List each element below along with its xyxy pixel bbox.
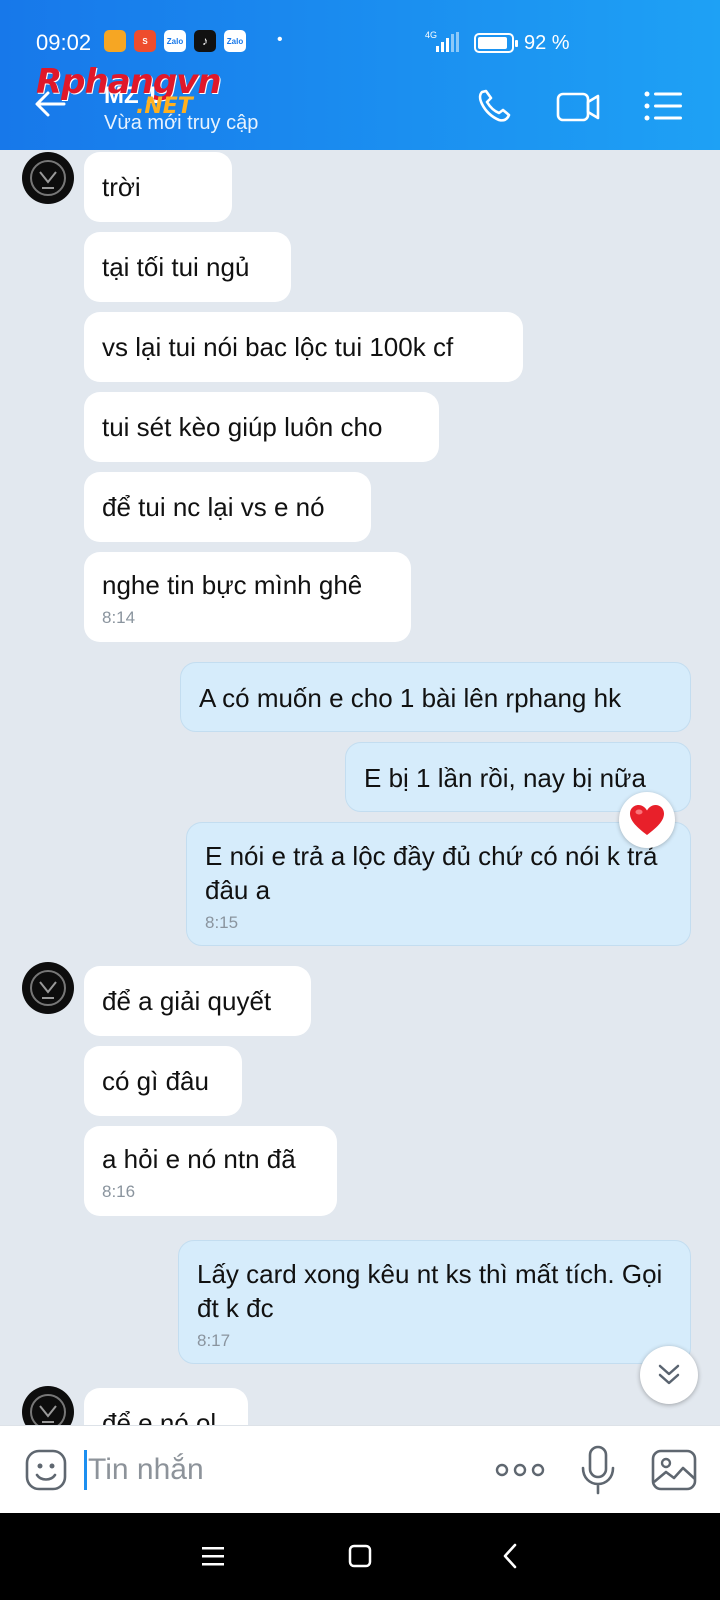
- message-text: có gì đâu: [102, 1066, 209, 1096]
- message-text: để a giải quyết: [102, 986, 272, 1016]
- microphone-icon[interactable]: [578, 1444, 618, 1496]
- avatar-icon: [30, 970, 66, 1006]
- top-bar: 09:02 S Zalo ♪ Zalo • 4G 92 % MZ 1 Vừa m…: [0, 0, 720, 150]
- text-caret: [84, 1450, 87, 1490]
- message-text: trời: [102, 172, 141, 202]
- chat-header: MZ 1 Vừa mới truy cập Rphangvn .NET: [0, 62, 720, 150]
- message-text: E nói e trả a lộc đầy đủ chứ có nói k tr…: [205, 841, 658, 905]
- contact-avatar[interactable]: [22, 962, 74, 1014]
- message-text: để e nó ol: [102, 1408, 217, 1425]
- double-chevron-down-icon: [658, 1364, 680, 1385]
- message-bubble-outgoing[interactable]: Lấy card xong kêu nt ks thì mất tích. Gọ…: [178, 1240, 691, 1364]
- home-icon[interactable]: [343, 1539, 377, 1573]
- system-nav-bar: [0, 1513, 720, 1600]
- heart-icon: [630, 805, 664, 835]
- message-time: 8:16: [102, 1182, 136, 1201]
- watermark-logo: Rphangvn .NET: [36, 62, 222, 119]
- more-options-icon[interactable]: [494, 1456, 546, 1484]
- message-input[interactable]: [88, 1448, 468, 1492]
- recent-apps-icon[interactable]: [196, 1539, 230, 1573]
- phone-icon[interactable]: [472, 84, 516, 128]
- message-bubble[interactable]: trời: [84, 152, 232, 222]
- message-bubble-outgoing[interactable]: E nói e trả a lộc đầy đủ chứ có nói k tr…: [186, 822, 691, 946]
- message-time: 8:14: [102, 608, 136, 627]
- image-gallery-icon[interactable]: [650, 1448, 698, 1492]
- message-bubble[interactable]: để tui nc lại vs e nó: [84, 472, 371, 542]
- message-time: 8:15: [205, 913, 239, 932]
- more-notifications-dot: •: [277, 31, 283, 48]
- message-text: a hỏi e nó ntn đã: [102, 1144, 296, 1174]
- composer-bar: [0, 1425, 720, 1513]
- message-bubble[interactable]: có gì đâu: [84, 1046, 242, 1116]
- signal-icon: [436, 32, 459, 52]
- message-text: để tui nc lại vs e nó: [102, 492, 325, 522]
- message-bubble[interactable]: để e nó ol: [84, 1388, 248, 1425]
- message-bubble[interactable]: để a giải quyết: [84, 966, 311, 1036]
- message-bubble[interactable]: nghe tin bực mình ghê 8:14: [84, 552, 411, 642]
- video-call-icon[interactable]: [556, 84, 600, 128]
- shopee-icon: S: [134, 30, 156, 52]
- message-text: nghe tin bực mình ghê: [102, 570, 363, 600]
- notification-icons: S Zalo ♪ Zalo: [104, 30, 246, 52]
- reaction-heart[interactable]: [619, 792, 675, 848]
- message-text: A có muốn e cho 1 bài lên rphang hk: [199, 683, 622, 713]
- status-bar: 09:02 S Zalo ♪ Zalo • 4G 92 %: [0, 0, 720, 62]
- message-text: E bị 1 lần rồi, nay bị nữa: [364, 763, 646, 793]
- message-bubble[interactable]: a hỏi e nó ntn đã 8:16: [84, 1126, 337, 1216]
- avatar-icon: [30, 1394, 66, 1425]
- message-text: vs lại tui nói bac lộc tui 100k cf: [102, 332, 454, 362]
- tiktok-icon: ♪: [194, 30, 216, 52]
- message-bubble[interactable]: vs lại tui nói bac lộc tui 100k cf: [84, 312, 523, 382]
- zalo-icon: Zalo: [164, 30, 186, 52]
- battery-icon: [474, 33, 518, 53]
- message-text: tui sét kèo giúp luôn cho: [102, 412, 383, 442]
- message-text: Lấy card xong kêu nt ks thì mất tích. Gọ…: [197, 1259, 663, 1323]
- message-text: tại tối tui ngủ: [102, 252, 250, 282]
- message-bubble[interactable]: tại tối tui ngủ: [84, 232, 291, 302]
- back-nav-icon[interactable]: [494, 1539, 528, 1573]
- menu-list-icon[interactable]: [640, 84, 684, 128]
- battery-percent: 92 %: [524, 32, 570, 54]
- message-time: 8:17: [197, 1331, 231, 1350]
- status-time: 09:02: [36, 30, 92, 55]
- sticker-emoji-icon[interactable]: [24, 1448, 68, 1492]
- scroll-to-bottom-button[interactable]: [640, 1346, 698, 1404]
- zalo-icon: Zalo: [224, 30, 246, 52]
- contact-avatar[interactable]: [22, 152, 74, 204]
- contact-avatar[interactable]: [22, 1386, 74, 1425]
- watermark-sub: .NET: [136, 94, 193, 119]
- avatar-icon: [30, 160, 66, 196]
- message-bubble[interactable]: tui sét kèo giúp luôn cho: [84, 392, 439, 462]
- message-bubble-outgoing[interactable]: A có muốn e cho 1 bài lên rphang hk: [180, 662, 691, 732]
- photos-app-icon: [104, 30, 126, 52]
- message-list[interactable]: trời tại tối tui ngủ vs lại tui nói bac …: [0, 150, 720, 1425]
